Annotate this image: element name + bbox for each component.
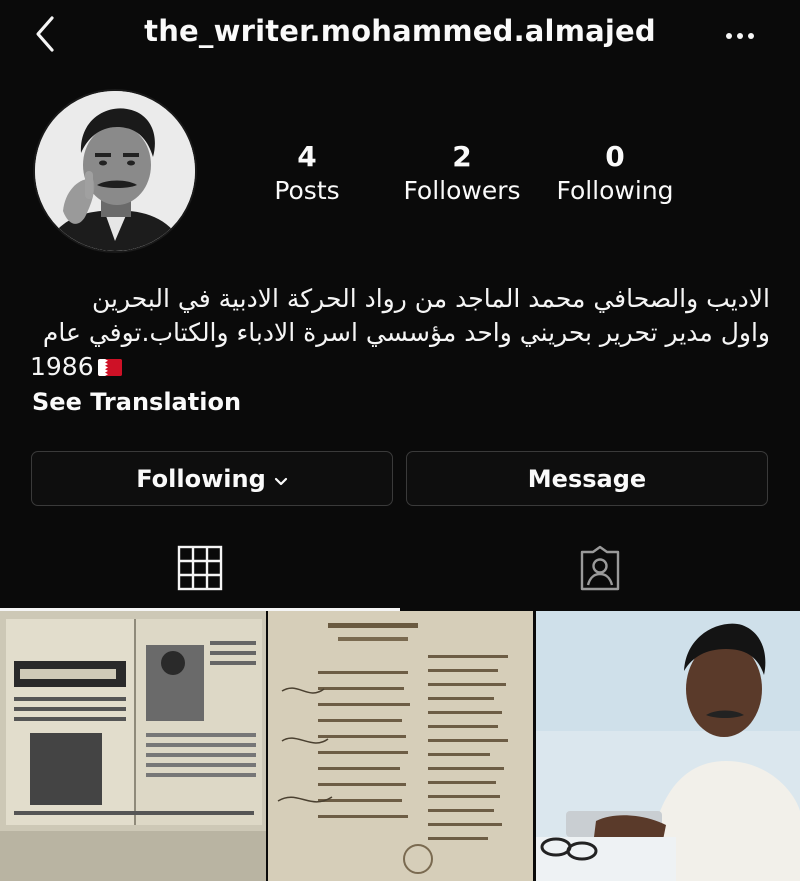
message-button[interactable]: Message (406, 451, 768, 506)
following-button[interactable]: Following (31, 451, 393, 506)
bio-line-3: 1986 (30, 350, 770, 384)
post-thumbnail-1[interactable] (0, 611, 266, 881)
post-thumbnail-2[interactable] (268, 611, 533, 881)
post-thumbnail-3[interactable] (536, 611, 800, 881)
following-label: Following (556, 176, 674, 205)
chevron-down-icon (274, 465, 288, 493)
following-button-label: Following (136, 464, 266, 493)
profile-tab-bar (0, 530, 800, 611)
following-count: 0 (605, 140, 625, 173)
profile-username: the_writer.mohammed.almajed (144, 14, 656, 48)
profile-avatar[interactable] (33, 89, 197, 253)
profile-bio: الاديب والصحافي محمد الماجد من رواد الحر… (30, 282, 770, 384)
more-horizontal-icon[interactable] (722, 18, 758, 54)
top-bar: the_writer.mohammed.almajed (0, 0, 800, 72)
posts-label: Posts (274, 176, 340, 205)
posts-count: 4 (297, 140, 317, 173)
bio-year: 1986 (30, 352, 94, 381)
bio-line-1: الاديب والصحافي محمد الماجد من رواد الحر… (91, 284, 770, 313)
followers-count: 2 (452, 140, 472, 173)
message-button-label: Message (527, 464, 647, 493)
followers-stat[interactable]: 2 Followers (398, 140, 526, 208)
tagged-user-icon[interactable] (576, 544, 624, 592)
followers-label: Followers (403, 176, 521, 205)
bio-line-2: واول مدير تحرير بحريني واحد مؤسسي اسرة ا… (42, 318, 770, 347)
following-stat[interactable]: 0 Following (551, 140, 679, 208)
see-translation-link[interactable]: See Translation (32, 388, 241, 416)
bahrain-flag-icon (97, 358, 122, 376)
posts-stat[interactable]: 4 Posts (262, 140, 352, 208)
posts-grid (0, 611, 800, 881)
grid-icon[interactable] (176, 544, 224, 592)
